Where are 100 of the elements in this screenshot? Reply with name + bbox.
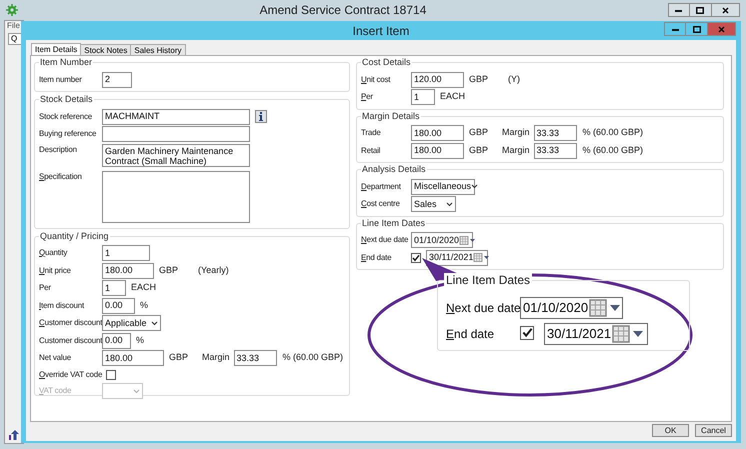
margin-note: % (60.00 GBP) bbox=[582, 144, 644, 157]
field-label: Override VAT code bbox=[39, 368, 102, 380]
field-label: Specification bbox=[39, 170, 83, 182]
menu-item[interactable]: File bbox=[5, 21, 23, 31]
margin-field[interactable]: 33.33 bbox=[534, 142, 577, 158]
field-label: Retail bbox=[361, 144, 382, 156]
text-field[interactable]: 180.00 bbox=[102, 262, 154, 278]
note-text: (Yearly) bbox=[198, 264, 229, 277]
field-label: Unit price bbox=[39, 264, 72, 276]
maximize-button[interactable] bbox=[686, 22, 708, 36]
unit-label: % bbox=[140, 298, 148, 312]
text-area[interactable]: Garden Machinery Maintenance Contract (Small Machine) bbox=[102, 144, 250, 167]
minimize-icon bbox=[675, 8, 682, 12]
text-field[interactable]: 120.00 bbox=[411, 72, 464, 88]
group-title: Analysis Details bbox=[361, 164, 427, 175]
field-label: Stock reference bbox=[39, 110, 94, 122]
chevron-down-icon bbox=[446, 202, 453, 206]
margin-field[interactable]: 33.33 bbox=[534, 125, 577, 141]
field-label: Customer discount bbox=[39, 317, 102, 329]
field-label: Department bbox=[361, 180, 402, 192]
checkmark-icon bbox=[412, 254, 420, 262]
chevron-down-icon bbox=[471, 184, 478, 189]
unit-label: GBP bbox=[169, 351, 188, 364]
text-field[interactable]: 180.00 bbox=[411, 142, 464, 158]
text-field[interactable] bbox=[102, 126, 250, 142]
text-field[interactable]: 1 bbox=[102, 280, 126, 296]
calendar-dropdown-icon bbox=[473, 253, 492, 262]
minimize-button[interactable] bbox=[664, 22, 686, 36]
checkmark-icon bbox=[522, 327, 532, 338]
text-field[interactable]: 0.00 bbox=[102, 298, 135, 314]
unit-label: % bbox=[136, 334, 144, 347]
group-title: Cost Details bbox=[361, 57, 412, 68]
info-icon[interactable] bbox=[255, 110, 267, 123]
maximize-button[interactable] bbox=[690, 3, 712, 17]
field-label: Item number bbox=[39, 74, 83, 86]
text-field[interactable]: 0.00 bbox=[102, 332, 131, 348]
gear-icon bbox=[6, 4, 18, 16]
tab[interactable]: Item Details bbox=[31, 43, 82, 55]
close-icon bbox=[718, 26, 725, 32]
field-label: Unit cost bbox=[361, 74, 392, 86]
field-label: Next due date bbox=[446, 300, 520, 317]
field-label: Trade bbox=[361, 127, 382, 139]
group-title: Margin Details bbox=[361, 110, 421, 122]
group-title: Item Number bbox=[39, 57, 94, 68]
margin-field[interactable]: 33.33 bbox=[234, 350, 277, 366]
chevron-down-icon bbox=[133, 388, 140, 394]
close-button[interactable] bbox=[712, 3, 740, 17]
field-label: End date bbox=[446, 326, 496, 343]
close-icon bbox=[722, 6, 729, 14]
unit-label: EACH bbox=[440, 90, 466, 104]
note-text: (Y) bbox=[508, 72, 520, 86]
field-label: Customer discount bbox=[39, 334, 102, 346]
minimize-button[interactable] bbox=[668, 3, 690, 17]
maximize-icon bbox=[696, 6, 704, 14]
unit-label: GBP bbox=[469, 72, 488, 86]
checkbox[interactable] bbox=[106, 370, 116, 380]
margin-label: Margin bbox=[502, 126, 530, 140]
tab[interactable]: Sales History bbox=[130, 44, 186, 55]
checkbox[interactable] bbox=[520, 326, 534, 340]
group-title: Stock Details bbox=[39, 94, 94, 105]
date-field[interactable]: 30/11/2021 bbox=[544, 323, 648, 345]
text-field[interactable]: 1 bbox=[411, 89, 435, 105]
dropdown[interactable]: Miscellaneous bbox=[411, 178, 475, 194]
window-title: Amend Service Contract 18714 bbox=[260, 2, 426, 19]
dropdown[interactable]: Sales bbox=[411, 196, 456, 212]
field-label: Buying reference bbox=[39, 128, 98, 140]
margin-note: % (60.00 GBP) bbox=[282, 351, 344, 364]
field-label: End date bbox=[361, 252, 392, 264]
text-area[interactable] bbox=[102, 170, 250, 222]
field-label: VAT code bbox=[39, 385, 72, 397]
field-label: Next due date bbox=[361, 234, 410, 246]
unit-label: GBP bbox=[469, 126, 488, 140]
unit-label: EACH bbox=[131, 281, 156, 294]
cancel-button[interactable]: Cancel bbox=[695, 424, 732, 437]
text-field[interactable]: MACHMAINT bbox=[102, 108, 250, 124]
field-label: Item discount bbox=[39, 300, 86, 312]
unit-label: GBP bbox=[469, 144, 488, 157]
field-label: Per bbox=[39, 282, 52, 294]
minimize-icon bbox=[672, 28, 678, 30]
checkbox[interactable] bbox=[411, 252, 421, 262]
field-label: Quantity bbox=[39, 247, 68, 259]
date-field[interactable]: 01/10/2020 bbox=[411, 232, 473, 248]
ok-button[interactable]: OK bbox=[652, 424, 689, 437]
dropdown[interactable]: Applicable bbox=[102, 315, 161, 331]
text-field[interactable]: 1 bbox=[102, 245, 150, 261]
tab[interactable]: Stock Notes bbox=[80, 44, 132, 55]
field-label: Net value bbox=[39, 352, 72, 364]
unit-label: GBP bbox=[159, 264, 178, 277]
group-title: Quantity / Pricing bbox=[39, 230, 110, 242]
text-field[interactable]: 180.00 bbox=[102, 350, 164, 366]
arrow-up-icon[interactable] bbox=[8, 429, 20, 441]
chevron-down-icon bbox=[151, 320, 158, 326]
text-field[interactable]: 2 bbox=[102, 72, 132, 88]
calendar-dropdown-icon bbox=[459, 236, 478, 244]
text-field[interactable]: 180.00 bbox=[411, 125, 464, 141]
date-field[interactable]: 01/10/2020 bbox=[520, 297, 623, 319]
margin-label: Margin bbox=[502, 144, 530, 157]
group-title: Line Item Dates bbox=[444, 273, 532, 287]
margin-note: % (60.00 GBP) bbox=[582, 126, 644, 140]
field-label: Cost centre bbox=[361, 198, 401, 210]
